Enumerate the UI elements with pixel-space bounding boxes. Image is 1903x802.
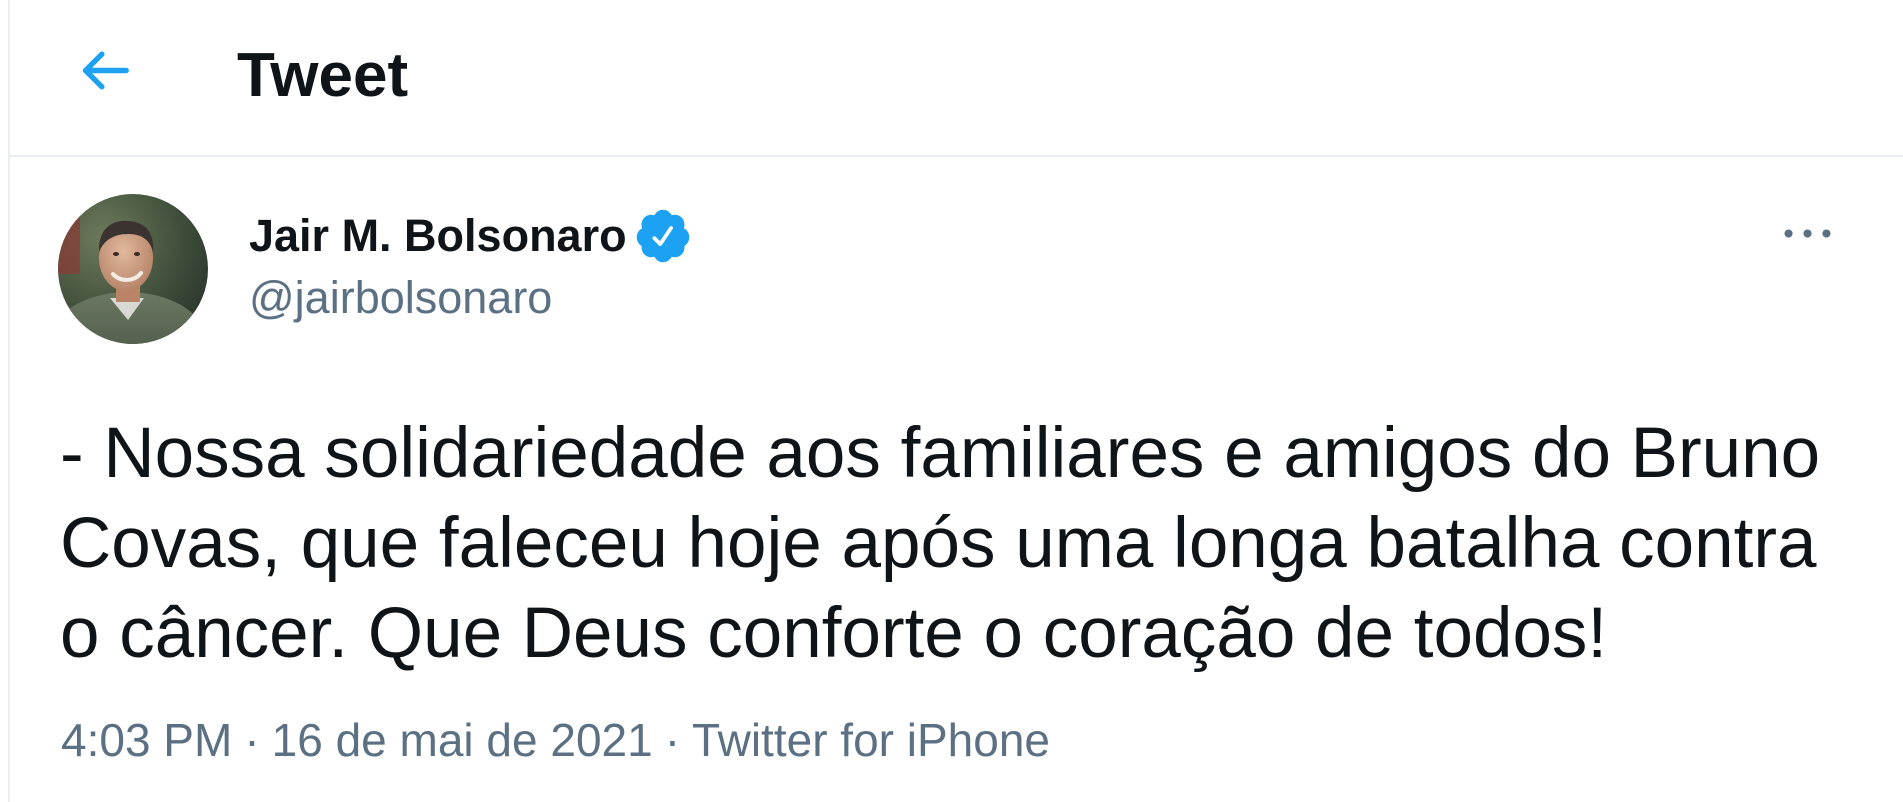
avatar[interactable] bbox=[58, 194, 208, 344]
author-name-row: Jair M. Bolsonaro bbox=[249, 209, 693, 262]
tweet-source-link[interactable]: Twitter for iPhone bbox=[692, 714, 1050, 766]
tweet-text-line: - Nossa solidariedade aos familiares e a… bbox=[60, 414, 1821, 493]
author-handle[interactable]: @jairbolsonaro bbox=[249, 275, 552, 320]
tweet-meta: 4:03 PM · 16 de mai de 2021 · Twitter for iP… bbox=[61, 717, 1050, 763]
tweet-time: 4:03 PM bbox=[61, 714, 233, 766]
verified-badge-icon bbox=[633, 206, 693, 266]
arrow-left-icon bbox=[82, 51, 129, 89]
timestamp-link[interactable]: 4:03 PM · 16 de mai de 2021 bbox=[61, 714, 653, 766]
tweet-text-line: Covas, que faleceu hoje após uma longa b… bbox=[60, 504, 1817, 583]
tweet-text: - Nossa solidariedade aos familiares e a… bbox=[60, 409, 1820, 679]
author-name[interactable]: Jair M. Bolsonaro bbox=[249, 213, 627, 258]
back-button[interactable] bbox=[60, 26, 148, 114]
page-title: Tweet bbox=[237, 41, 409, 110]
header-divider bbox=[8, 155, 1903, 157]
more-options-button[interactable] bbox=[1775, 201, 1840, 266]
meta-separator: · bbox=[244, 714, 260, 766]
avatar-photo bbox=[58, 194, 208, 344]
tweet-date: 16 de mai de 2021 bbox=[271, 714, 653, 766]
tweet-text-line: o câncer. Que Deus conforte o coração de… bbox=[60, 594, 1608, 673]
meta-separator: · bbox=[664, 714, 681, 766]
column-border bbox=[8, 0, 10, 802]
more-options-icon bbox=[1784, 229, 1831, 238]
